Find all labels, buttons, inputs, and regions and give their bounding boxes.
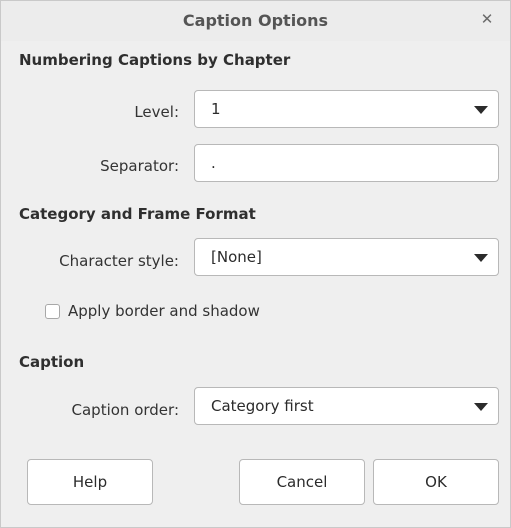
level-value: 1 [211, 100, 221, 118]
character-style-dropdown[interactable]: [None] [194, 238, 499, 276]
level-label: Level: [134, 103, 179, 121]
apply-border-shadow-checkbox[interactable] [45, 304, 60, 319]
character-style-label: Character style: [59, 252, 179, 270]
caption-order-label: Caption order: [71, 401, 179, 419]
caption-options-dialog: Caption Options ✕ Numbering Captions by … [0, 0, 511, 528]
help-button[interactable]: Help [27, 459, 153, 505]
chevron-down-icon [474, 403, 488, 411]
chevron-down-icon [474, 254, 488, 262]
close-icon[interactable]: ✕ [478, 10, 496, 28]
category-frame-heading: Category and Frame Format [19, 205, 256, 223]
caption-order-value: Category first [211, 397, 314, 415]
caption-order-dropdown[interactable]: Category first [194, 387, 499, 425]
chevron-down-icon [474, 106, 488, 114]
caption-heading: Caption [19, 353, 85, 371]
ok-button[interactable]: OK [373, 459, 499, 505]
character-style-value: [None] [211, 248, 262, 266]
level-dropdown[interactable]: 1 [194, 90, 499, 128]
title-bar: Caption Options ✕ [1, 1, 510, 41]
cancel-button[interactable]: Cancel [239, 459, 365, 505]
apply-border-shadow-label: Apply border and shadow [68, 302, 260, 320]
dialog-title: Caption Options [182, 11, 329, 30]
numbering-heading: Numbering Captions by Chapter [19, 51, 291, 69]
separator-label: Separator: [100, 157, 179, 175]
separator-input[interactable] [195, 145, 498, 181]
separator-field[interactable] [194, 144, 499, 182]
